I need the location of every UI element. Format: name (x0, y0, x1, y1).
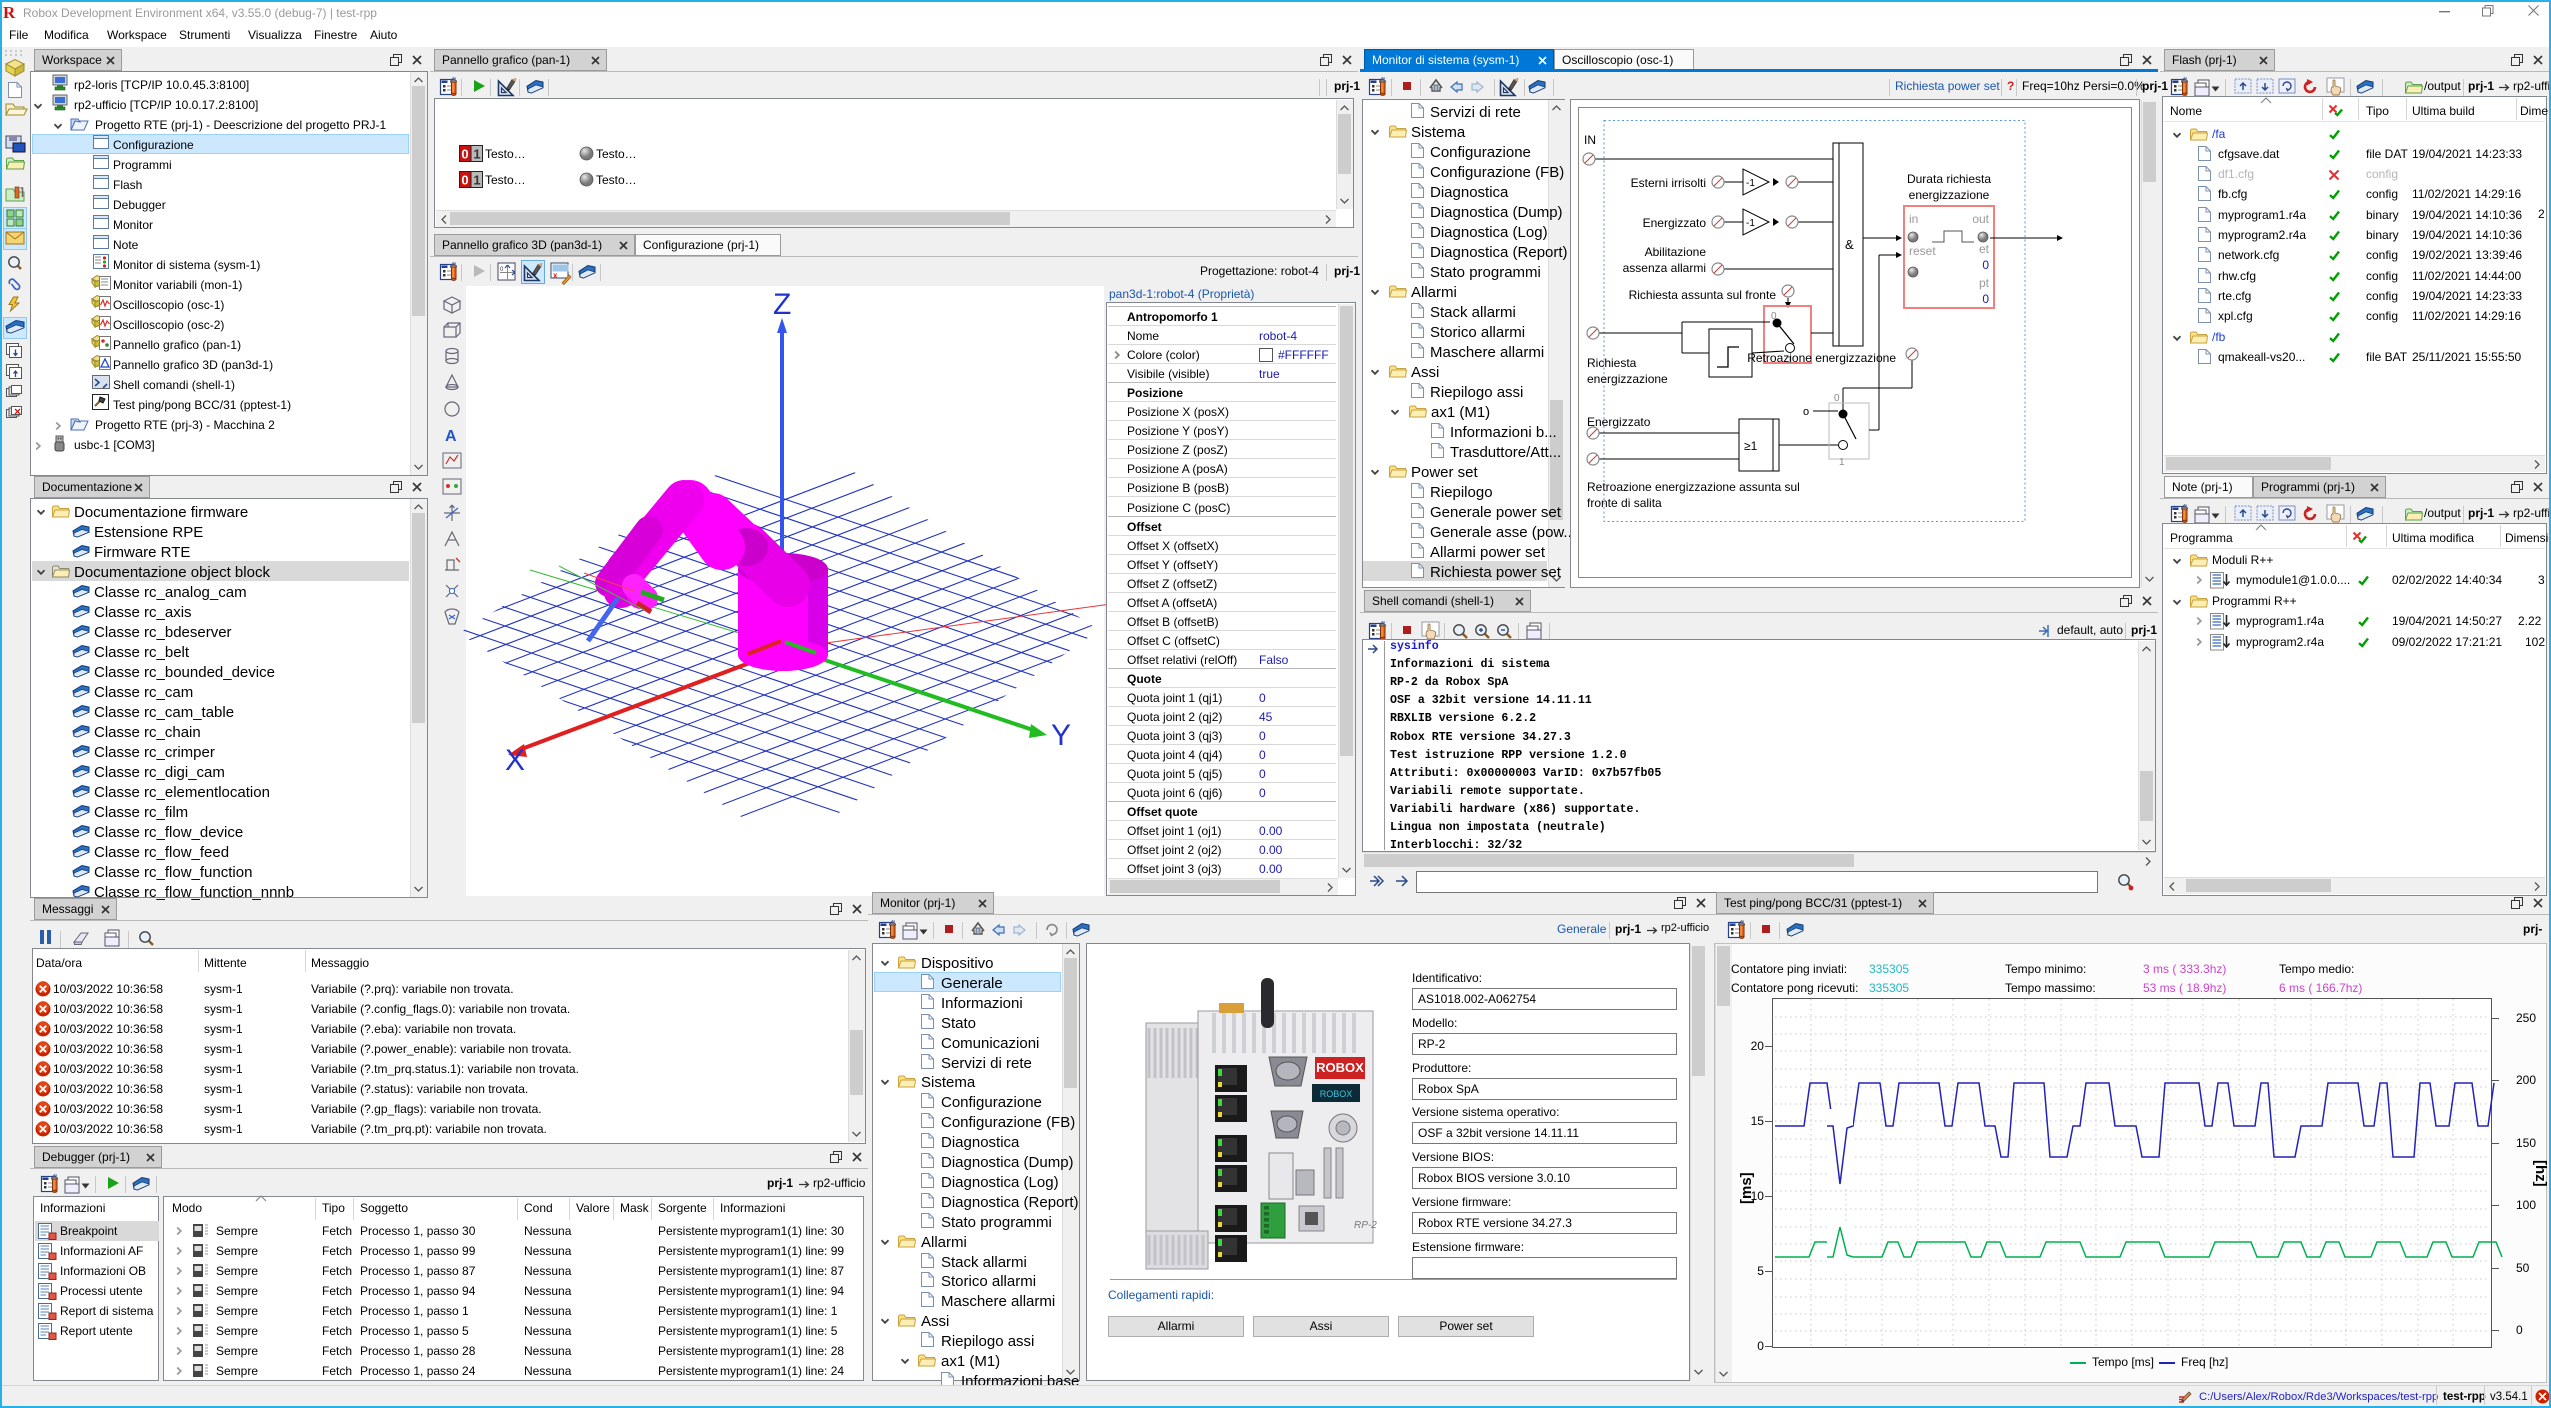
svg-text:0: 0 (1834, 393, 1840, 404)
svg-text:Esterni irrisolti: Esterni irrisolti (1631, 176, 1706, 190)
svg-text:0: 0 (1982, 258, 1989, 272)
svg-text:1: 1 (473, 173, 480, 188)
svg-text:A: A (445, 428, 457, 445)
svg-text:o: o (1803, 406, 1809, 418)
svg-text:energizzazione: energizzazione (1587, 372, 1668, 386)
svg-text:0: 0 (1982, 292, 1989, 306)
svg-text:x: x (553, 271, 558, 280)
svg-text:out: out (1972, 212, 1989, 226)
svg-text:fronte di salita: fronte di salita (1587, 496, 1662, 510)
svg-text:-1: -1 (1746, 178, 1755, 189)
svg-text:0: 0 (461, 147, 468, 162)
svg-text:IN: IN (1584, 133, 1596, 147)
svg-text:Abilitazione: Abilitazione (1645, 245, 1707, 259)
svg-text:pt: pt (1979, 276, 1990, 290)
svg-text:Energizzato: Energizzato (1587, 415, 1651, 429)
svg-text:assenza allarmi: assenza allarmi (1623, 261, 1706, 275)
svg-text:1: 1 (473, 147, 480, 162)
svg-text:energizzazione: energizzazione (1909, 188, 1990, 202)
svg-text:0: 0 (461, 173, 468, 188)
svg-text:≥1: ≥1 (1744, 439, 1758, 453)
svg-text:in: in (1909, 212, 1918, 226)
svg-text:Durata richiesta: Durata richiesta (1907, 172, 1991, 186)
svg-text:RP-2: RP-2 (1354, 1220, 1377, 1231)
svg-text:Retroazione energizzazione ass: Retroazione energizzazione assunta sul (1587, 480, 1800, 494)
svg-text:reset: reset (1909, 244, 1936, 258)
svg-text:Richiesta assunta sul fronte: Richiesta assunta sul fronte (1629, 288, 1777, 302)
svg-text:&: & (1845, 237, 1854, 252)
svg-text:Z: Z (773, 288, 791, 321)
svg-text:Y: Y (1051, 719, 1071, 752)
svg-text:ROBOX: ROBOX (1320, 1089, 1353, 1099)
svg-text:Energizzato: Energizzato (1643, 216, 1707, 230)
svg-text:-1: -1 (1746, 218, 1755, 229)
svg-text:1: 1 (1839, 457, 1845, 468)
svg-text:Retroazione energizzazione: Retroazione energizzazione (1747, 351, 1896, 365)
svg-text:ROBOX: ROBOX (1316, 1060, 1364, 1075)
svg-text:Richiesta: Richiesta (1587, 356, 1637, 370)
svg-text:et: et (1979, 242, 1990, 256)
svg-text:X: X (505, 744, 525, 777)
